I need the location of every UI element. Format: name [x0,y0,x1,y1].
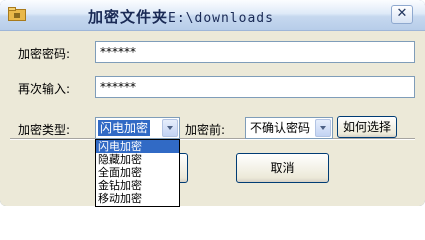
title-bar[interactable]: 加密文件夹E:\downloads ✕ [0,0,425,31]
encryption-type-label: 加密类型: [18,123,71,137]
confirm-password-value: ****** [100,80,136,94]
window-title: 加密文件夹E:\downloads [88,6,274,27]
encryption-type-options-list[interactable]: 闪电加密 隐藏加密 全面加密 金钻加密 移动加密 [95,139,180,207]
password-field[interactable]: ****** [95,41,415,63]
option-mobile-encrypt[interactable]: 移动加密 [96,192,179,205]
dialog-content: 加密密码: ****** 再次输入: ****** 加密类型: 闪电加密 加密前… [0,31,425,206]
close-icon: ✕ [396,6,408,21]
before-encrypt-dropdown-button[interactable] [315,119,331,137]
before-encrypt-select[interactable]: 不确认密码 [245,117,333,139]
how-to-choose-button[interactable]: 如何选择 [337,116,397,138]
encrypt-folder-dialog: 加密文件夹E:\downloads ✕ 加密密码: ****** 再次输入: *… [0,0,425,206]
encryption-type-select[interactable]: 闪电加密 [95,117,180,139]
option-diamond-encrypt[interactable]: 金钻加密 [96,179,179,192]
window-title-path: E:\downloads [168,11,274,26]
option-full-encrypt[interactable]: 全面加密 [96,166,179,179]
encryption-type-dropdown-button[interactable] [162,119,178,137]
option-hidden-encrypt[interactable]: 隐藏加密 [96,153,179,166]
encryption-type-value: 闪电加密 [98,120,151,136]
before-encrypt-label: 加密前: [185,123,226,137]
before-encrypt-value: 不确认密码 [250,121,311,135]
how-to-choose-label: 如何选择 [342,120,391,134]
confirm-password-label: 再次输入: [18,82,71,96]
window-title-text: 加密文件夹 [88,8,169,26]
folder-lock-icon [8,7,26,21]
option-lightning-encrypt[interactable]: 闪电加密 [96,140,179,153]
confirm-password-field[interactable]: ****** [95,76,415,98]
chevron-down-icon [320,126,326,130]
password-label: 加密密码: [18,47,71,61]
separator [10,138,415,140]
password-value: ****** [100,45,136,59]
cancel-label: 取消 [270,161,295,175]
close-button[interactable]: ✕ [391,5,413,24]
chevron-down-icon [167,126,173,130]
cancel-button[interactable]: 取消 [236,153,329,183]
